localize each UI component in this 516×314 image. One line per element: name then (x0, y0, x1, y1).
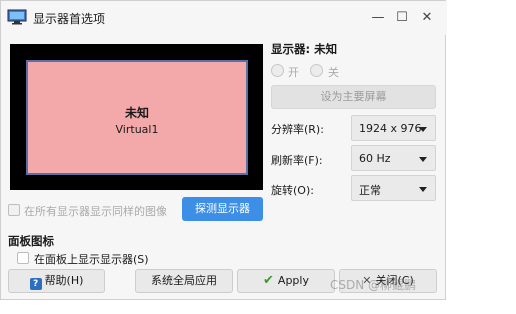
close-icon: ✕ (421, 10, 433, 25)
window-title: 显示器首选项 (33, 12, 106, 26)
display-settings-icon (7, 9, 27, 25)
watermark: CSDN @柳鲲鹏 (330, 278, 417, 292)
rotation-label: 旋转(O): (271, 184, 314, 197)
apply-button[interactable]: ✔ Apply (237, 269, 335, 293)
resolution-value: 1924 x 976 (359, 122, 422, 135)
mirror-displays-checkbox[interactable] (8, 204, 20, 216)
resolution-label: 分辨率(R): (271, 123, 324, 136)
monitor-connector: Virtual1 (115, 123, 159, 136)
display-preferences-window: 显示器首选项 — ☐ ✕ 未知 Virtual1 显示器: 未知 开 关 设为主… (0, 0, 447, 300)
apply-button-label: Apply (277, 274, 309, 287)
rotation-select[interactable]: 正常 (351, 175, 436, 201)
chevron-down-icon (419, 187, 427, 192)
minimize-button[interactable]: — (367, 7, 389, 29)
rotation-value: 正常 (359, 184, 381, 197)
help-button[interactable]: ? 帮助(H) (8, 269, 105, 293)
on-radio[interactable] (271, 64, 284, 77)
show-in-panel-checkbox[interactable] (17, 252, 29, 264)
panel-icon-heading: 面板图标 (8, 234, 54, 248)
detect-displays-button[interactable]: 探测显示器 (182, 197, 263, 221)
refresh-rate-value: 60 Hz (359, 152, 391, 165)
monitor-name: 未知 (124, 106, 149, 120)
chevron-down-icon (419, 157, 427, 162)
checkmark-icon: ✔ (263, 273, 274, 288)
help-button-label: 帮助(H) (44, 274, 84, 287)
on-radio-label: 开 (288, 66, 299, 79)
monitor-preview[interactable]: 未知 Virtual1 (26, 60, 248, 175)
off-radio[interactable] (310, 64, 323, 77)
resolution-select[interactable]: 1924 x 976 (351, 115, 436, 141)
refresh-rate-select[interactable]: 60 Hz (351, 145, 436, 171)
mirror-displays-label: 在所有显示器显示同样的图像 (24, 205, 167, 218)
apply-system-wide-button[interactable]: 系统全局应用 (135, 269, 233, 293)
off-radio-label: 关 (328, 66, 339, 79)
show-in-panel-label: 在面板上显示显示器(S) (34, 253, 149, 266)
help-icon: ? (29, 278, 42, 290)
close-window-button[interactable]: ✕ (416, 7, 438, 29)
display-preview-area: 未知 Virtual1 (10, 44, 263, 190)
chevron-down-icon (419, 127, 427, 132)
maximize-button[interactable]: ☐ (391, 7, 413, 29)
title-bar: 显示器首选项 — ☐ ✕ (1, 1, 447, 35)
display-heading: 显示器: 未知 (271, 42, 338, 56)
set-primary-button[interactable]: 设为主要屏幕 (271, 85, 436, 109)
minimize-icon: — (371, 10, 385, 25)
refresh-rate-label: 刷新率(F): (271, 154, 323, 167)
maximize-icon: ☐ (396, 10, 408, 25)
